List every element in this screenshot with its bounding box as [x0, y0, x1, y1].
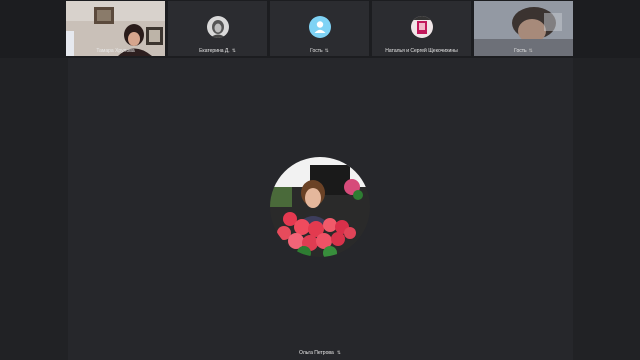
mic-icon: ⇅: [231, 48, 236, 54]
participant-tile-1[interactable]: Тамара Хрулова: [66, 1, 165, 56]
user-icon: [308, 16, 331, 38]
speaker-avatar: [270, 157, 370, 257]
participant-strip: Тамара Хрулова Екатерина Д. ⇅ Гость ⇅ На…: [0, 0, 640, 58]
mic-icon: ⇅: [336, 350, 341, 356]
mic-icon: ⇅: [324, 48, 329, 54]
avatar: [206, 16, 229, 38]
avatar: [410, 16, 433, 38]
participant-name-label: Гость ⇅: [310, 48, 329, 54]
participant-tile-4[interactable]: Наталья и Сергей Щекочихины: [372, 1, 471, 56]
participant-tile-5[interactable]: Гость ⇅: [474, 1, 573, 56]
participant-tile-3[interactable]: Гость ⇅: [270, 1, 369, 56]
speaker-name-label: Ольга Петрова ⇅: [299, 350, 341, 356]
participant-name-label: Гость ⇅: [514, 48, 533, 54]
mic-icon: ⇅: [528, 48, 533, 54]
participant-name-label: Тамара Хрулова: [96, 48, 135, 54]
participant-tile-2[interactable]: Екатерина Д. ⇅: [168, 1, 267, 56]
participant-name-label: Наталья и Сергей Щекочихины: [385, 48, 458, 54]
participant-name-label: Екатерина Д. ⇅: [199, 48, 236, 54]
